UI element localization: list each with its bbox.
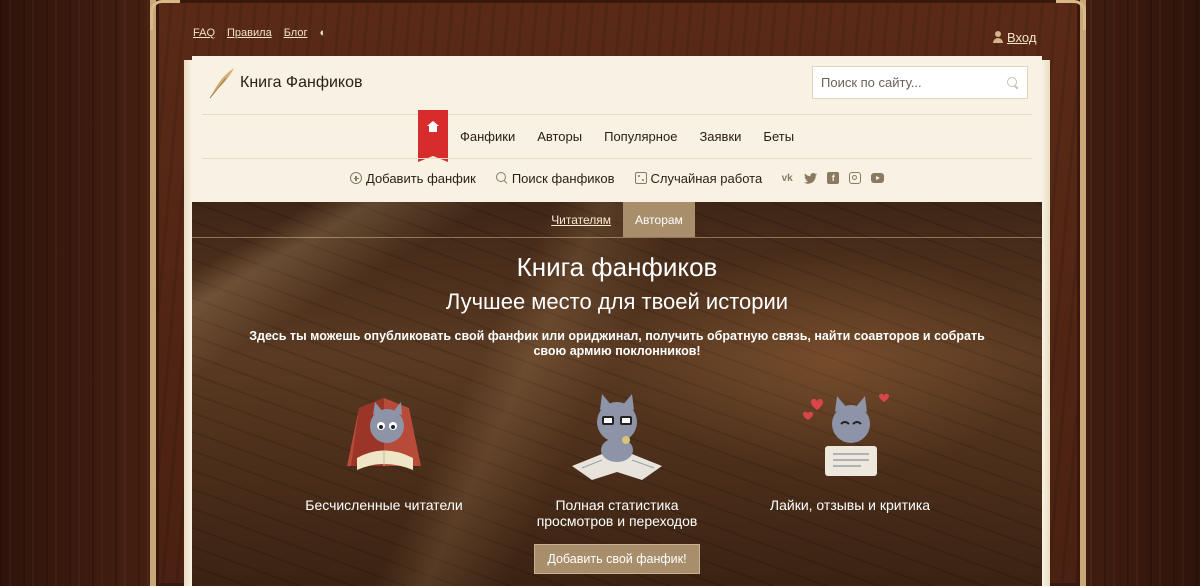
feature-caption: Бесчисленные читатели [305, 497, 463, 513]
nav-popular[interactable]: Популярное [604, 129, 677, 144]
user-icon [992, 31, 1004, 44]
vk-icon[interactable]: vk [780, 173, 794, 184]
dice-icon [634, 172, 647, 184]
instagram-icon[interactable] [849, 172, 862, 184]
random-work-label: Случайная работа [650, 170, 763, 186]
nav-authors[interactable]: Авторы [537, 129, 582, 144]
add-fanfic-label: Добавить фанфик [366, 170, 476, 186]
home-icon [427, 121, 439, 132]
hero-banner: Читателям Авторам Книга фанфиков Лучшее … [192, 202, 1042, 586]
hero-tabs: Читателям Авторам [192, 202, 1042, 238]
add-fanfic-link[interactable]: Добавить фанфик [350, 171, 476, 186]
hero-description: Здесь ты можешь опубликовать свой фанфик… [249, 329, 985, 358]
search-icon[interactable] [1007, 76, 1019, 89]
hero-title: Книга фанфиков [516, 252, 718, 282]
site-search[interactable] [812, 66, 1028, 99]
search-fanfics-label: Поиск фанфиков [511, 170, 615, 186]
search-icon [495, 172, 508, 184]
nav-requests[interactable]: Заявки [699, 129, 741, 144]
board-corner-ornament [1056, 0, 1086, 30]
youtube-icon[interactable] [871, 173, 885, 183]
search-input[interactable] [821, 75, 1001, 90]
nav-fanfics[interactable]: Фанфики [460, 129, 515, 144]
cat-with-glasses-icon [572, 394, 662, 480]
feature-caption: Полная статистика просмотров и переходов [536, 497, 698, 529]
login[interactable]: Вход [992, 30, 1036, 45]
site-logo[interactable]: Книга Фанфиков [206, 66, 363, 100]
cat-reading-icon [347, 398, 421, 470]
social-links: vk f [780, 172, 885, 184]
feature-caption: Лайки, отзывы и критика [769, 497, 931, 513]
nav-betas[interactable]: Беты [763, 129, 794, 144]
search-fanfics-link[interactable]: Поиск фанфиков [495, 170, 615, 186]
facebook-icon[interactable]: f [827, 172, 840, 184]
divider [202, 114, 1032, 115]
feature-statistics: Полная статистика просмотров и переходов [517, 388, 717, 529]
twitter-icon[interactable] [804, 172, 818, 184]
tab-readers[interactable]: Читателям [539, 202, 623, 237]
theme-toggle-icon[interactable]: ◐ [319, 27, 326, 39]
board-corner-ornament [150, 0, 180, 30]
hero-subtitle: Лучшее место для твоей истории [445, 289, 789, 314]
add-fanfic-button[interactable]: Добавить свой фанфик! [534, 544, 700, 574]
page-edge [1042, 60, 1050, 586]
login-link[interactable]: Вход [1007, 30, 1036, 45]
cat-with-hearts-icon [803, 393, 889, 476]
rules-link[interactable]: Правила [227, 27, 272, 39]
page-edge [184, 60, 192, 586]
divider [202, 158, 1032, 159]
random-work-link[interactable]: Случайная работа [634, 170, 763, 186]
sub-nav: Добавить фанфик Поиск фанфиков Случайная… [350, 164, 885, 192]
feature-likes: Лайки, отзывы и критика [750, 388, 950, 513]
main-nav: Фанфики Авторы Популярное Заявки Беты [418, 110, 794, 162]
feature-readers: Бесчисленные читатели [284, 388, 484, 513]
site-name: Книга Фанфиков [240, 74, 363, 91]
feather-quill-icon [209, 68, 234, 99]
header: Книга Фанфиков [192, 56, 1042, 114]
home-button[interactable] [418, 110, 448, 162]
top-links: FAQ Правила Блог ◐ [193, 27, 326, 39]
blog-link[interactable]: Блог [284, 27, 308, 39]
faq-link[interactable]: FAQ [193, 27, 215, 39]
main-page: Книга Фанфиков Фанфики Авторы Популярное… [192, 56, 1042, 586]
tab-authors[interactable]: Авторам [623, 202, 695, 237]
plus-circle-icon [350, 172, 362, 184]
